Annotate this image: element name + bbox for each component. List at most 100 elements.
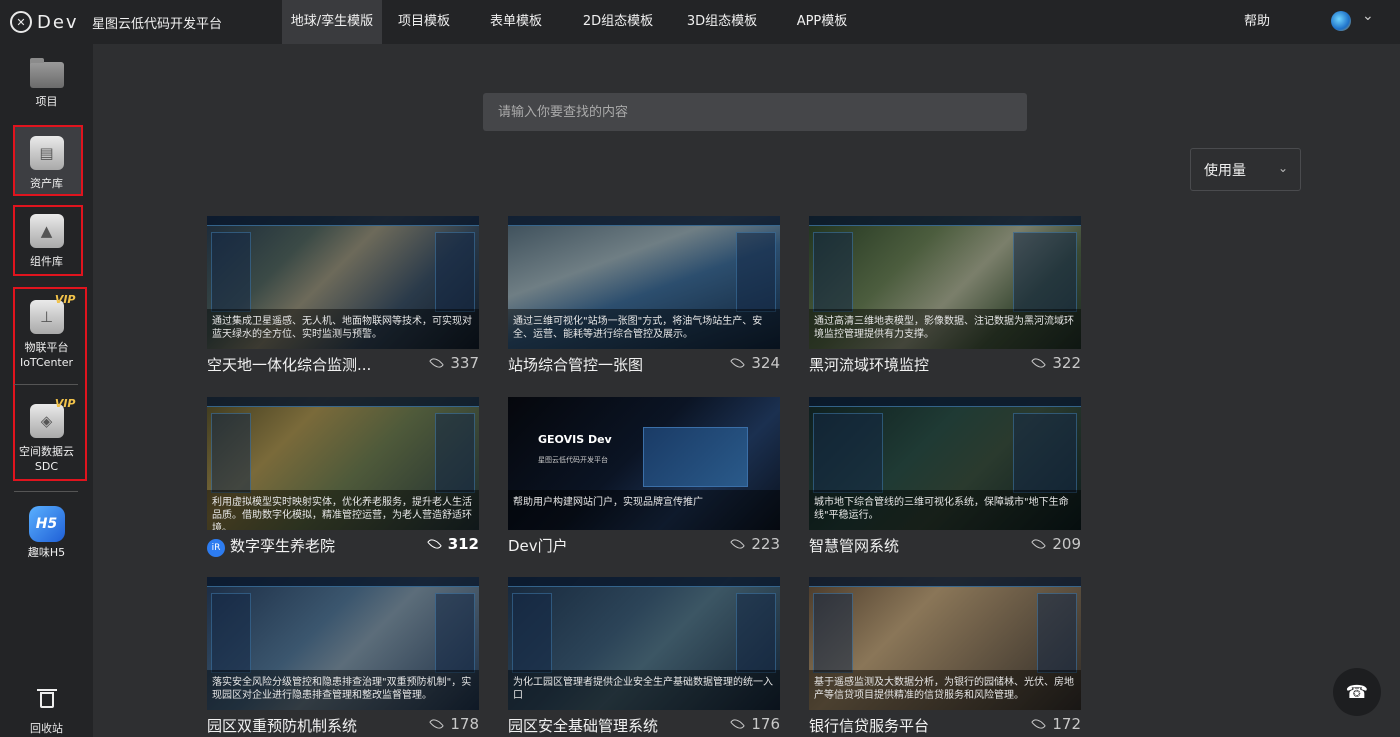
eye-icon <box>1031 536 1047 552</box>
sidebar-item-trash[interactable]: 回收站 <box>0 689 93 736</box>
card-title: 园区安全基础管理系统 <box>508 717 659 735</box>
folder-icon <box>29 58 64 88</box>
card-thumbnail: 通过高清三维地表模型，影像数据、注记数据为黑河流域环境监控管理提供有力支撑。 <box>809 216 1081 349</box>
eye-icon <box>429 355 445 371</box>
hud-panel <box>813 413 883 493</box>
view-count-value: 209 <box>1052 535 1081 553</box>
view-count-value: 324 <box>751 354 780 372</box>
hud-bar <box>809 397 1081 407</box>
card-title: 智慧管网系统 <box>809 537 900 555</box>
sidebar-item-iotcenter[interactable]: ⊥ VIP 物联平台 IoTCenter <box>0 293 93 370</box>
card-thumbnail: 通过集成卫星遥感、无人机、地面物联网等技术，可实现对蓝天绿水的全方位、实时监测与… <box>207 216 479 349</box>
hud-bar <box>508 577 780 587</box>
view-count: 178 <box>429 715 479 733</box>
card-caption: 通过高清三维地表模型，影像数据、注记数据为黑河流域环境监控管理提供有力支撑。 <box>809 309 1081 349</box>
view-count-value: 178 <box>450 715 479 733</box>
geovis-title: GEOVIS Dev <box>538 433 612 446</box>
template-card[interactable]: 基于遥感监测及大数据分析，为银行的园储林、光伏、房地产等信贷项目提供精准的信贷服… <box>809 577 1081 737</box>
logo-icon: ✕ <box>10 11 32 33</box>
sidebar-item-components[interactable]: ▲ 组件库 <box>0 214 93 269</box>
card-title: 空天地一体化综合监测... <box>207 356 372 374</box>
chevron-down-icon[interactable]: ⌄ <box>1362 8 1374 24</box>
nav-tabs: 地球/孪生模版 项目模板 表单模板 2D组态模板 3D组态模板 APP模板 <box>282 0 870 44</box>
view-count-value: 223 <box>751 535 780 553</box>
sidebar-item-h5[interactable]: H5 趣味H5 <box>0 506 93 560</box>
tab-3d-template[interactable]: 3D组态模板 <box>670 0 774 44</box>
hud-panel <box>1037 593 1077 673</box>
card-caption: 利用虚拟模型实时映射实体，优化养老服务，提升老人生活品质。借助数字化模拟，精准管… <box>207 490 479 530</box>
hud-panel <box>1013 413 1077 493</box>
template-card[interactable]: 利用虚拟模型实时映射实体，优化养老服务，提升老人生活品质。借助数字化模拟，精准管… <box>207 397 479 557</box>
geovis-subtitle: 星图云低代码开发平台 <box>538 456 608 464</box>
hud-panel <box>211 232 251 312</box>
view-count: 172 <box>1031 715 1081 733</box>
logo[interactable]: ✕ Dev <box>10 11 94 33</box>
view-count: 312 <box>426 535 479 553</box>
card-caption: 落实安全风险分级管控和隐患排查治理"双重预防机制"，实现园区对企业进行隐患排查管… <box>207 670 479 710</box>
search-input[interactable] <box>483 93 1027 131</box>
vip-badge: VIP <box>54 397 76 410</box>
hud-panel <box>512 593 552 673</box>
tab-project-template[interactable]: 项目模板 <box>382 0 466 44</box>
sidebar-item-assets[interactable]: ▤ 资产库 <box>0 136 93 191</box>
card-caption: 通过三维可视化"站场一张图"方式，将油气场站生产、安全、运营、能耗等进行综合管控… <box>508 309 780 349</box>
hud-bar <box>809 216 1081 226</box>
template-card[interactable]: 通过三维可视化"站场一张图"方式，将油气场站生产、安全、运营、能耗等进行综合管控… <box>508 216 780 376</box>
divider <box>14 491 78 492</box>
component-library-icon: ▲ <box>29 214 64 248</box>
template-card[interactable]: 通过集成卫星遥感、无人机、地面物联网等技术，可实现对蓝天绿水的全方位、实时监测与… <box>207 216 479 376</box>
hud-panel <box>736 232 776 312</box>
asset-library-icon: ▤ <box>29 136 64 170</box>
top-bar: ✕ Dev 星图云低代码开发平台 地球/孪生模版 项目模板 表单模板 2D组态模… <box>0 0 1400 44</box>
card-title: 银行信贷服务平台 <box>809 717 930 735</box>
phone-icon[interactable]: ☎ <box>1333 668 1381 716</box>
card-thumbnail: 为化工园区管理者提供企业安全生产基础数据管理的统一入口 <box>508 577 780 710</box>
card-title-text: 数字孪生养老院 <box>230 537 336 555</box>
ir-badge-icon: iR <box>207 539 225 557</box>
eye-icon <box>1031 355 1047 371</box>
card-title: Dev门户 <box>508 537 568 555</box>
hud-panel <box>1013 232 1077 312</box>
tab-app-template[interactable]: APP模板 <box>774 0 870 44</box>
eye-icon <box>730 355 746 371</box>
template-card[interactable]: GEOVIS Dev 星图云低代码开发平台 帮助用户构建网站门户，实现品牌宣传推… <box>508 397 780 557</box>
card-title: iR 数字孪生养老院 <box>207 535 397 557</box>
hud-bar <box>508 216 780 226</box>
hud-panel <box>813 593 853 673</box>
trash-icon <box>36 689 57 708</box>
template-card[interactable]: 通过高清三维地表模型，影像数据、注记数据为黑河流域环境监控管理提供有力支撑。 黑… <box>809 216 1081 376</box>
tab-earth-twin-template[interactable]: 地球/孪生模版 <box>282 0 382 44</box>
card-title: 站场综合管控一张图 <box>508 356 644 374</box>
tab-form-template[interactable]: 表单模板 <box>466 0 566 44</box>
sidebar-item-project[interactable]: 项目 <box>0 58 93 109</box>
view-count-value: 172 <box>1052 715 1081 733</box>
view-count-value: 312 <box>447 535 479 553</box>
view-count: 324 <box>730 354 780 372</box>
eye-icon <box>730 536 746 552</box>
hud-bar <box>207 397 479 407</box>
template-card[interactable]: 落实安全风险分级管控和隐患排查治理"双重预防机制"，实现园区对企业进行隐患排查管… <box>207 577 479 737</box>
eye-icon <box>426 536 442 552</box>
sort-select[interactable]: 使用量 ⌄ <box>1190 148 1301 191</box>
card-title: 园区双重预防机制系统 <box>207 717 358 735</box>
avatar-icon[interactable] <box>1331 11 1351 31</box>
help-link[interactable]: 帮助 <box>1244 0 1270 44</box>
view-count: 176 <box>730 715 780 733</box>
sidebar-item-label: 物联平台 <box>24 341 69 354</box>
tab-2d-template[interactable]: 2D组态模板 <box>566 0 670 44</box>
template-card[interactable]: 城市地下综合管线的三维可视化系统，保障城市"地下生命线"平稳运行。 智慧管网系统… <box>809 397 1081 557</box>
sidebar-item-label: 空间数据云 <box>19 445 74 458</box>
sidebar-item-sdc[interactable]: ◈ VIP 空间数据云 SDC <box>0 397 93 474</box>
sidebar-item-label: IoTCenter <box>19 356 74 369</box>
template-card[interactable]: 为化工园区管理者提供企业安全生产基础数据管理的统一入口 园区安全基础管理系统 1… <box>508 577 780 737</box>
eye-icon <box>730 716 746 732</box>
hud-panel <box>435 593 475 673</box>
sidebar: 项目 ▤ 资产库 ▲ 组件库 ⊥ VIP 物联平台 IoTCenter ◈ VIP … <box>0 44 93 737</box>
hud-panel <box>435 413 475 493</box>
card-thumbnail: GEOVIS Dev 星图云低代码开发平台 帮助用户构建网站门户，实现品牌宣传推… <box>508 397 780 530</box>
card-caption: 通过集成卫星遥感、无人机、地面物联网等技术，可实现对蓝天绿水的全方位、实时监测与… <box>207 309 479 349</box>
chevron-down-icon: ⌄ <box>1277 161 1288 175</box>
h5-icon: H5 <box>28 506 65 542</box>
hud-panel <box>813 232 853 312</box>
logo-text: Dev <box>37 11 79 33</box>
